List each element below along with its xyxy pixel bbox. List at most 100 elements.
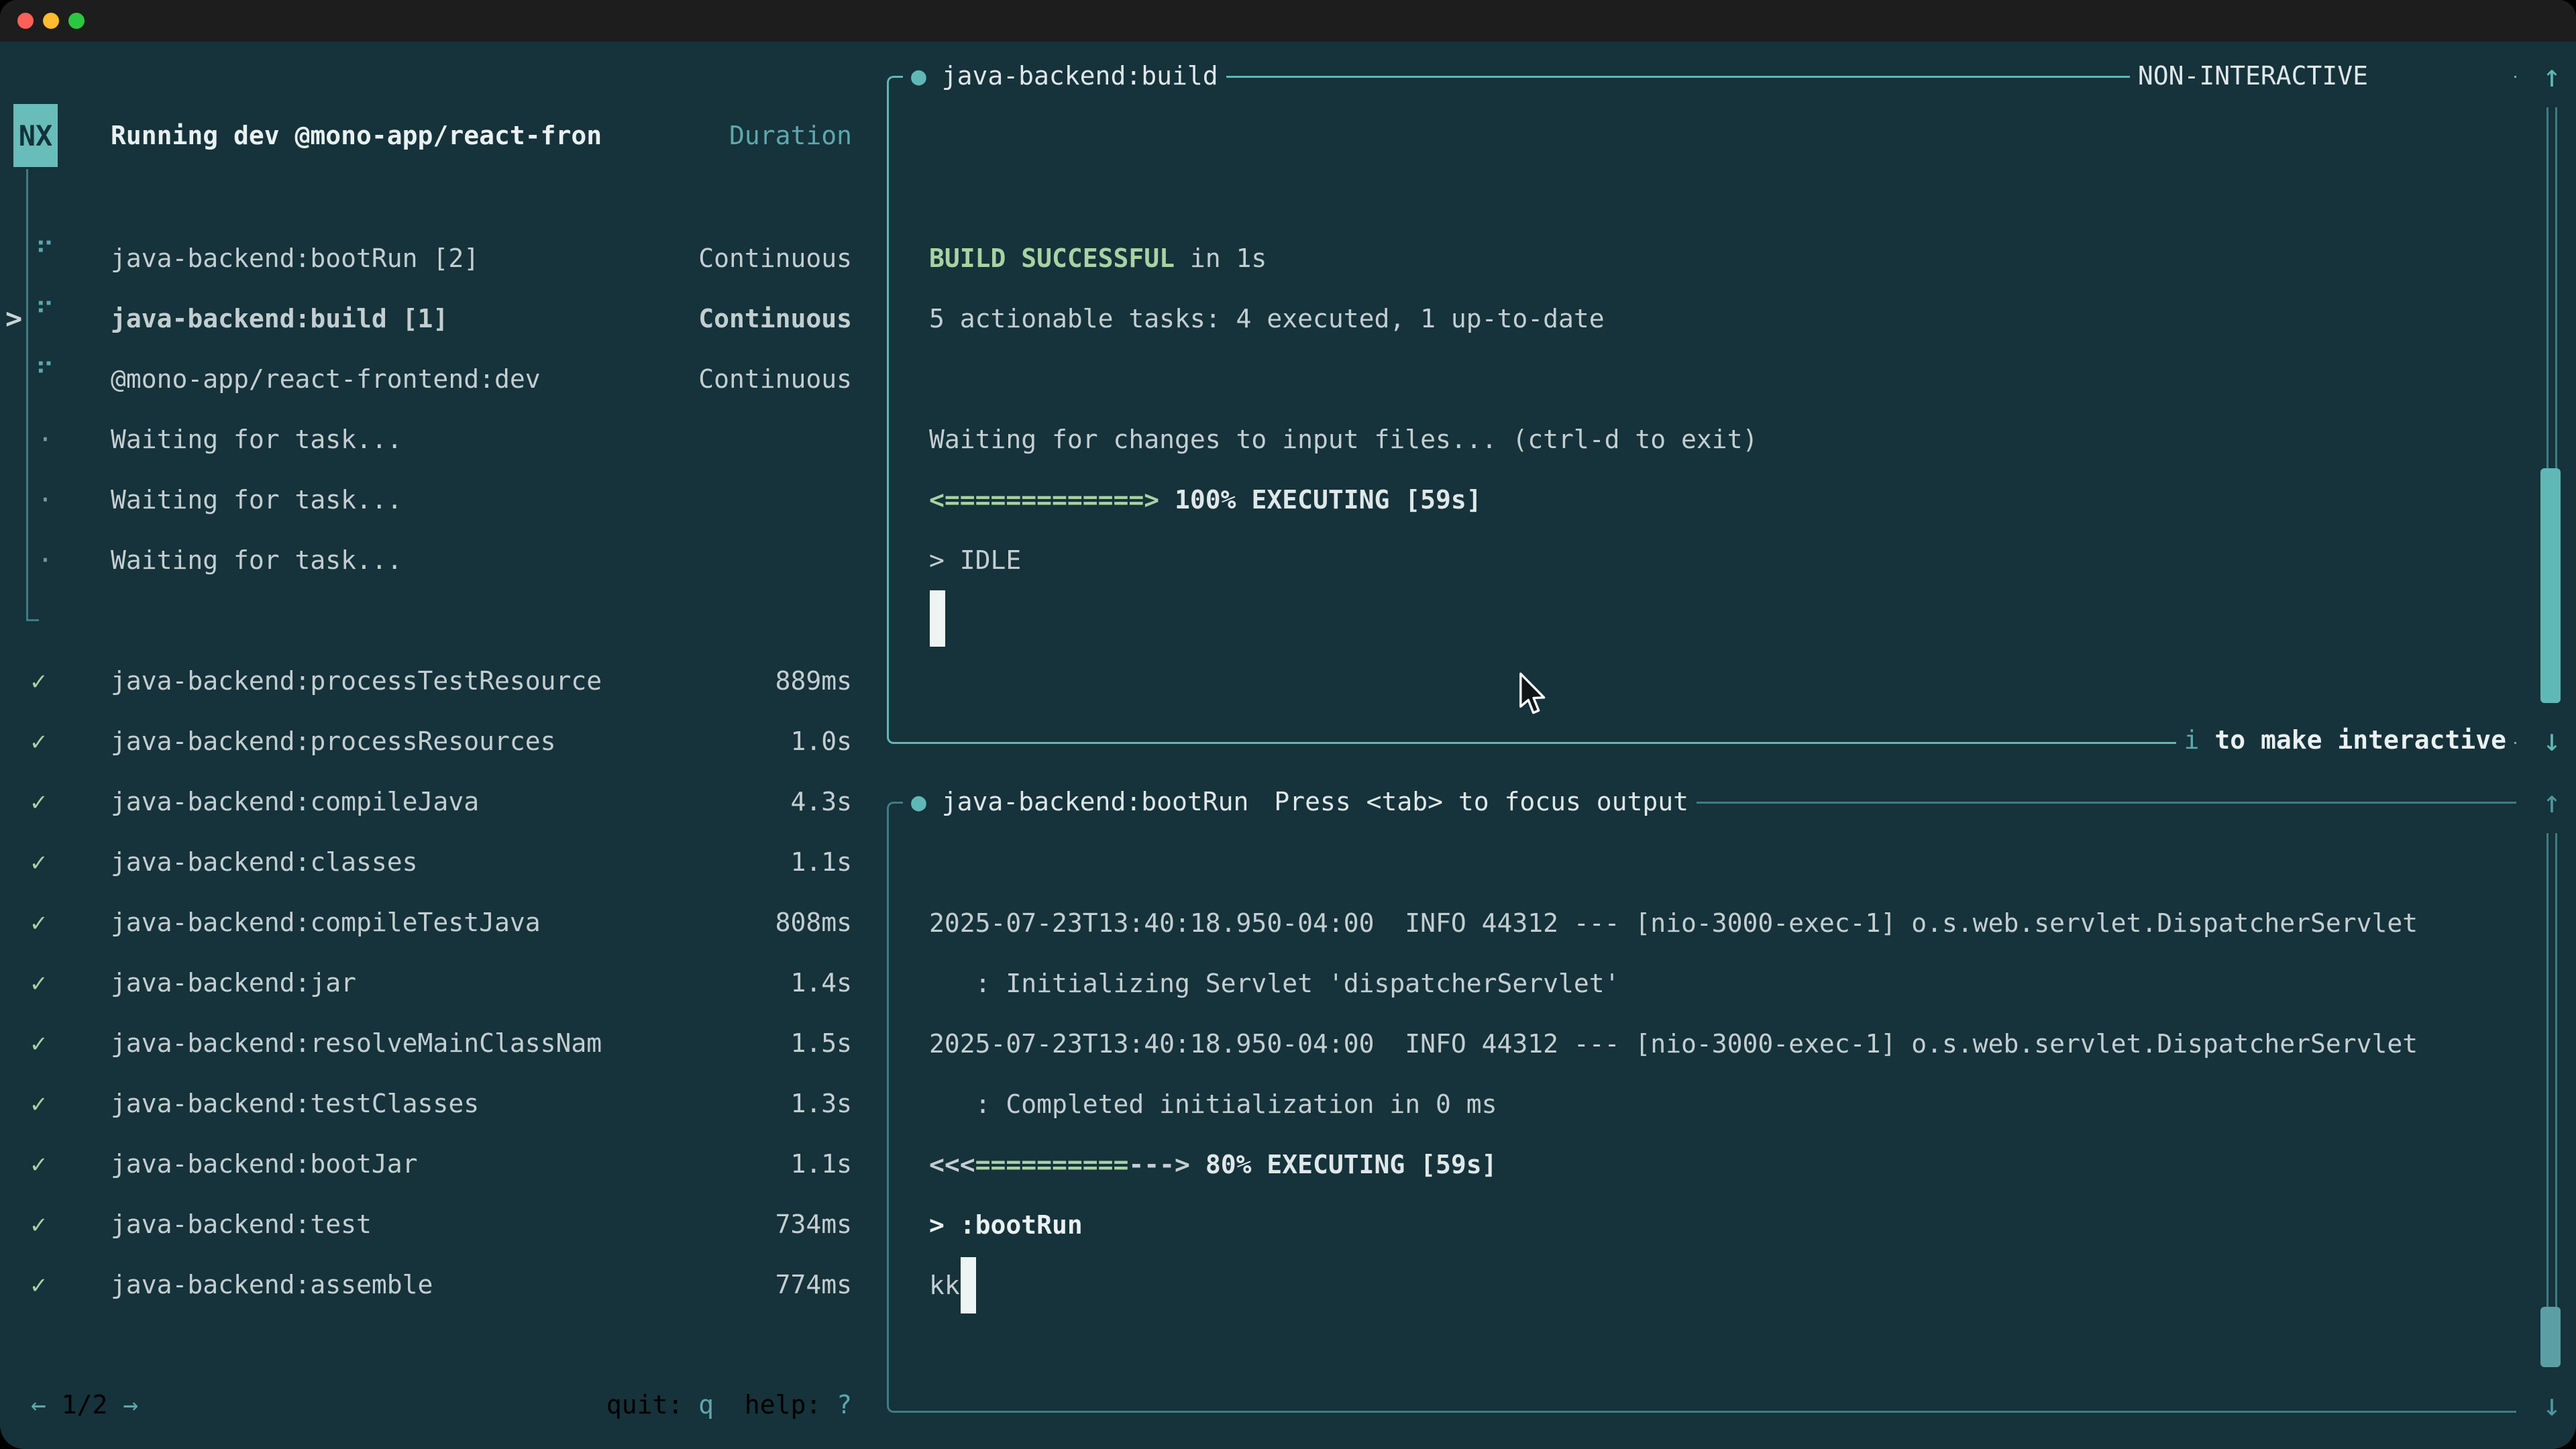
non-interactive-badge: NON-INTERACTIVE [2130, 46, 2376, 106]
task-row-bootrun[interactable]: ⠋ java-backend:bootRun [2] Continuous [0, 228, 872, 288]
quit-label: quit: [606, 1390, 683, 1419]
help-bar: quit: q help: ? [606, 1375, 852, 1435]
task-row-done[interactable]: ✓ java-backend:testClasses 1.3s [0, 1073, 872, 1134]
task-name: java-backend:compileJava [111, 771, 479, 832]
task-bullet-icon: ● [911, 61, 926, 91]
page-navigation: ← 1/2 → [31, 1375, 138, 1435]
duration-column-header: Duration [729, 105, 852, 166]
spinner-icon: ⠋ [35, 228, 54, 278]
scrollbar-thumb[interactable] [2540, 468, 2561, 703]
progress-bar-100: <=============> [929, 485, 1159, 515]
interactive-hint-text: to make interactive [2199, 725, 2506, 755]
task-duration: Continuous [698, 288, 852, 349]
check-icon: ✓ [31, 651, 46, 711]
waiting-dot-icon: · [38, 470, 53, 530]
focus-output-hint: Press <tab> to focus output [1256, 771, 1697, 832]
task-name: java-backend:test [111, 1194, 372, 1254]
terminal-cursor [961, 1257, 976, 1313]
bootrun-progress-line: <<<==========---> 80% EXECUTING [59s] [929, 1134, 1497, 1195]
waiting-dot-icon: · [38, 409, 53, 470]
check-icon: ✓ [31, 832, 46, 892]
task-duration: 1.1s [790, 1134, 852, 1194]
task-duration: Continuous [698, 349, 852, 409]
task-row-waiting[interactable]: · Waiting for task... [0, 409, 872, 470]
task-name: Waiting for task... [111, 530, 402, 590]
sidebar-title: Running dev @mono-app/react-fron [111, 105, 602, 166]
task-row-waiting[interactable]: · Waiting for task... [0, 530, 872, 590]
task-name: java-backend:processTestResource [111, 651, 602, 711]
check-icon: ✓ [31, 1134, 46, 1194]
task-duration: 1.0s [790, 711, 852, 771]
build-panel-footer: i to make interactive [887, 710, 2514, 770]
task-row-done[interactable]: ✓ java-backend:classes 1.1s [0, 832, 872, 892]
spinner-icon: ⠋ [35, 288, 54, 338]
task-name: Waiting for task... [111, 409, 402, 470]
task-bullet-icon: ● [911, 787, 926, 816]
task-row-done[interactable]: ✓ java-backend:resolveMainClassNam 1.5s [0, 1013, 872, 1073]
build-panel-header[interactable]: ● java-backend:build NON-INTERACTIVE [887, 46, 2514, 106]
task-name: java-backend:bootRun [2] [111, 228, 479, 288]
task-duration: 1.5s [790, 1013, 852, 1073]
task-name: java-backend:resolveMainClassNam [111, 1013, 602, 1073]
task-duration: 808ms [775, 892, 852, 953]
task-row-frontend-dev[interactable]: ⠋ @mono-app/react-frontend:dev Continuou… [0, 349, 872, 409]
task-duration: 1.3s [790, 1073, 852, 1134]
check-icon: ✓ [31, 953, 46, 1013]
page-next-icon[interactable]: → [123, 1390, 138, 1419]
task-name: java-backend:build [1] [111, 288, 448, 349]
mouse-pointer-cursor [1517, 672, 1548, 719]
scroll-down-icon[interactable]: ↓ [2537, 1375, 2567, 1435]
task-name: java-backend:compileTestJava [111, 892, 541, 953]
task-list-sidebar: NX Running dev @mono-app/react-fron Dura… [0, 0, 872, 1449]
terminal-window: NX Running dev @mono-app/react-fron Dura… [0, 0, 2576, 1449]
terminal-cursor [930, 590, 945, 647]
check-icon: ✓ [31, 711, 46, 771]
log-line: 2025-07-23T13:40:18.950-04:00 INFO 44312… [929, 893, 2418, 953]
task-row-waiting[interactable]: · Waiting for task... [0, 470, 872, 530]
build-progress-line: <=============> 100% EXECUTING [59s] [929, 470, 1482, 530]
check-icon: ✓ [31, 1194, 46, 1254]
scrollbar-track[interactable] [2546, 833, 2557, 1307]
check-icon: ✓ [31, 1073, 46, 1134]
bootrun-panel-header[interactable]: ● java-backend:bootRun Press <tab> to fo… [887, 771, 2514, 832]
build-waiting-line: Waiting for changes to input files... (c… [929, 409, 1758, 470]
task-name: java-backend:processResources [111, 711, 555, 771]
task-row-done[interactable]: ✓ java-backend:jar 1.4s [0, 953, 872, 1013]
task-row-done[interactable]: ✓ java-backend:compileJava 4.3s [0, 771, 872, 832]
task-duration: 1.1s [790, 832, 852, 892]
bootrun-panel-title: java-backend:bootRun [942, 787, 1249, 816]
log-line: 2025-07-23T13:40:18.950-04:00 INFO 44312… [929, 1014, 2418, 1074]
task-row-done[interactable]: ✓ java-backend:compileTestJava 808ms [0, 892, 872, 953]
task-name: java-backend:jar [111, 953, 356, 1013]
log-line: : Initializing Servlet 'dispatcherServle… [929, 953, 1620, 1014]
scroll-down-icon[interactable]: ↓ [2537, 710, 2567, 770]
task-row-done[interactable]: ✓ java-backend:bootJar 1.1s [0, 1134, 872, 1194]
task-row-build-selected[interactable]: ⠋ java-backend:build [1] Continuous [0, 288, 872, 349]
task-name: @mono-app/react-frontend:dev [111, 349, 541, 409]
scrollbar-track[interactable] [2546, 107, 2557, 468]
page-prev-icon[interactable]: ← [31, 1390, 46, 1419]
check-icon: ✓ [31, 771, 46, 832]
build-idle-line: > IDLE [929, 530, 1021, 590]
task-name: java-backend:assemble [111, 1254, 433, 1315]
page-indicator: 1/2 [62, 1390, 108, 1419]
quit-key: q [698, 1390, 714, 1419]
typed-input: kk [929, 1255, 960, 1316]
task-name: java-backend:classes [111, 832, 418, 892]
task-row-done[interactable]: ✓ java-backend:assemble 774ms [0, 1254, 872, 1315]
nx-logo-badge: NX [13, 104, 58, 167]
bootrun-prompt-line: > :bootRun [929, 1195, 1083, 1255]
scroll-up-icon[interactable]: ↑ [2537, 46, 2567, 106]
task-row-done[interactable]: ✓ java-backend:processResources 1.0s [0, 711, 872, 771]
spinner-icon: ⠋ [35, 349, 54, 398]
help-key: ? [837, 1390, 852, 1419]
task-duration: 734ms [775, 1194, 852, 1254]
scroll-up-icon[interactable]: ↑ [2537, 771, 2567, 832]
check-icon: ✓ [31, 1254, 46, 1315]
build-tasks-line: 5 actionable tasks: 4 executed, 1 up-to-… [929, 288, 1605, 349]
scrollbar-thumb[interactable] [2540, 1307, 2561, 1367]
task-row-done[interactable]: ✓ java-backend:test 734ms [0, 1194, 872, 1254]
task-row-done[interactable]: ✓ java-backend:processTestResource 889ms [0, 651, 872, 711]
task-name: java-backend:testClasses [111, 1073, 479, 1134]
help-label: help: [745, 1390, 821, 1419]
